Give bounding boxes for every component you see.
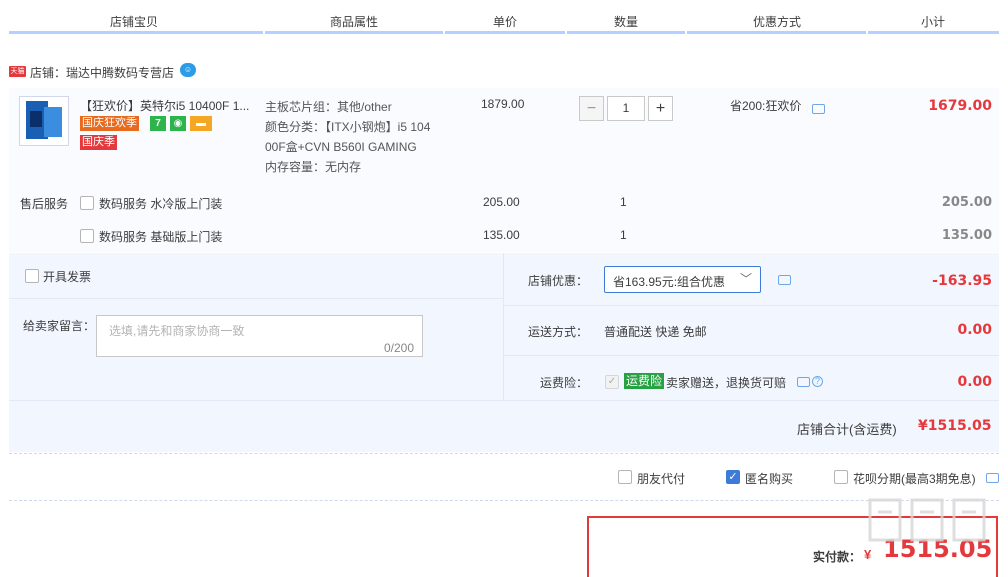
- promo-tag-national-day: 国庆季: [80, 135, 117, 150]
- actual-payment-label: 实付款：: [813, 550, 862, 564]
- insurance-value: 0.00: [957, 374, 992, 390]
- service-basic-checkbox[interactable]: [80, 229, 94, 243]
- promo-tag-national-day-carnival: 国庆狂欢季: [80, 116, 139, 131]
- service-basic-subtotal: 135.00: [941, 228, 992, 243]
- attribute-chipset: 主板芯片组：其他/other: [265, 100, 392, 114]
- service-water-cooling-checkbox[interactable]: [80, 196, 94, 210]
- shop-total-label: 店铺合计(含运费): [797, 422, 897, 437]
- anonymous-checkbox[interactable]: ✓: [726, 470, 740, 484]
- friend-pay-checkbox[interactable]: [618, 470, 632, 484]
- header-col-subtotal: 小计: [921, 15, 946, 29]
- divider: [9, 298, 503, 299]
- header-col-attributes: 商品属性: [330, 15, 379, 29]
- message-char-count: 0/200: [383, 341, 414, 355]
- insurance-text: 卖家赠送，退换货可赔: [666, 376, 787, 390]
- header-col-discount: 优惠方式: [753, 15, 802, 29]
- header-underline: [868, 31, 999, 34]
- product-thumbnail[interactable]: [19, 96, 69, 146]
- shipping-value: 0.00: [957, 322, 992, 338]
- help-icon[interactable]: ?: [812, 376, 823, 387]
- huabei-label: 花呗分期(最高3期免息): [853, 472, 976, 486]
- attribute-color: 颜色分类：【ITX小钢炮】i5 104: [265, 120, 431, 134]
- service-basic-name: 数码服务 基础版上门装: [99, 230, 223, 244]
- quantity-increase-button[interactable]: +: [648, 96, 673, 121]
- shop-discount-select[interactable]: 省163.95元:组合优惠 ﹀: [604, 266, 761, 293]
- header-underline: [567, 31, 685, 34]
- insurance-chat-icon[interactable]: [797, 377, 810, 387]
- shop-total-value: ¥1515.05: [918, 418, 992, 434]
- chevron-down-icon: ﹀: [739, 272, 752, 286]
- dashed-divider: [9, 500, 999, 501]
- friend-pay-label: 朋友代付: [637, 472, 686, 486]
- product-title-link[interactable]: 【狂欢价】英特尔i5 10400F 1...: [80, 97, 262, 114]
- tmall-badge-icon: 天猫: [9, 66, 26, 77]
- guarantee-icon: ◉: [170, 116, 186, 131]
- promo-method: 省200:狂欢价: [730, 99, 802, 113]
- header-underline: [265, 31, 443, 34]
- header-underline: [687, 31, 866, 34]
- service-basic-price: 135.00: [483, 228, 520, 242]
- service-water-cooling-name: 数码服务 水冷版上门装: [99, 197, 223, 211]
- thumbnail-box-icon: [44, 107, 62, 137]
- thumbnail-chip-icon: [30, 111, 42, 127]
- shop-name-link[interactable]: 店铺：瑞达中腾数码专营店: [30, 64, 174, 81]
- header-underline: [445, 31, 565, 34]
- invoice-checkbox[interactable]: [25, 269, 39, 283]
- quantity-decrease-button[interactable]: −: [579, 96, 604, 121]
- quantity-stepper: − 1 +: [579, 96, 675, 122]
- divider: [503, 253, 504, 400]
- divider: [503, 355, 999, 356]
- wangwang-chat-icon[interactable]: ☺: [180, 63, 196, 77]
- service-basic-qty: 1: [620, 228, 627, 242]
- anonymous-label: 匿名购买: [745, 472, 794, 486]
- message-label: 给卖家留言：: [23, 319, 96, 333]
- product-attributes: 主板芯片组：其他/other 颜色分类：【ITX小钢炮】i5 104 00F盒+…: [265, 97, 450, 177]
- promo-info-icon[interactable]: [812, 104, 825, 114]
- dashed-divider: [9, 453, 999, 454]
- shipping-label: 运送方式：: [528, 325, 589, 339]
- service-water-cooling-price: 205.00: [483, 195, 520, 209]
- insurance-tag: 运费险: [624, 373, 665, 389]
- attribute-memory: 内存容量：无内存: [265, 160, 362, 174]
- service-water-cooling-qty: 1: [620, 195, 627, 209]
- message-placeholder: 选填,请先和商家协商一致: [109, 324, 245, 338]
- installment-card-icon: ▬: [190, 116, 212, 131]
- shipping-method: 普通配送 快递 免邮: [604, 325, 707, 339]
- header-underline: [9, 31, 263, 34]
- header-col-quantity: 数量: [614, 15, 639, 29]
- watermark-logo-icon: [868, 498, 986, 542]
- unit-price: 1879.00: [481, 97, 525, 111]
- after-sale-service-label: 售后服务: [20, 197, 69, 211]
- insurance-checkbox: ✓: [605, 375, 619, 389]
- discount-info-icon[interactable]: [778, 275, 791, 285]
- item-subtotal: 1679.00: [928, 98, 992, 114]
- seller-message-input[interactable]: 选填,请先和商家协商一致 0/200: [96, 315, 423, 357]
- shop-discount-selected: 省163.95元:组合优惠: [613, 275, 726, 289]
- quantity-input[interactable]: 1: [607, 96, 645, 121]
- huabei-checkbox[interactable]: [834, 470, 848, 484]
- insurance-label: 运费险：: [540, 376, 589, 390]
- service-water-cooling-subtotal: 205.00: [941, 195, 992, 210]
- header-col-price: 单价: [493, 15, 518, 29]
- huabei-info-icon[interactable]: [986, 473, 999, 483]
- cart-header: 店铺宝贝 商品属性 单价 数量 优惠方式 小计: [0, 0, 1008, 36]
- header-col-shop-item: 店铺宝贝: [110, 15, 159, 29]
- shop-discount-label: 店铺优惠：: [528, 274, 589, 288]
- divider: [503, 305, 999, 306]
- divider: [9, 400, 999, 401]
- seven-day-return-icon: 7: [150, 116, 166, 131]
- attribute-color-cont: 00F盒+CVN B560I GAMING: [265, 140, 417, 154]
- shop-discount-value: -163.95: [932, 273, 992, 289]
- invoice-label: 开具发票: [43, 270, 92, 284]
